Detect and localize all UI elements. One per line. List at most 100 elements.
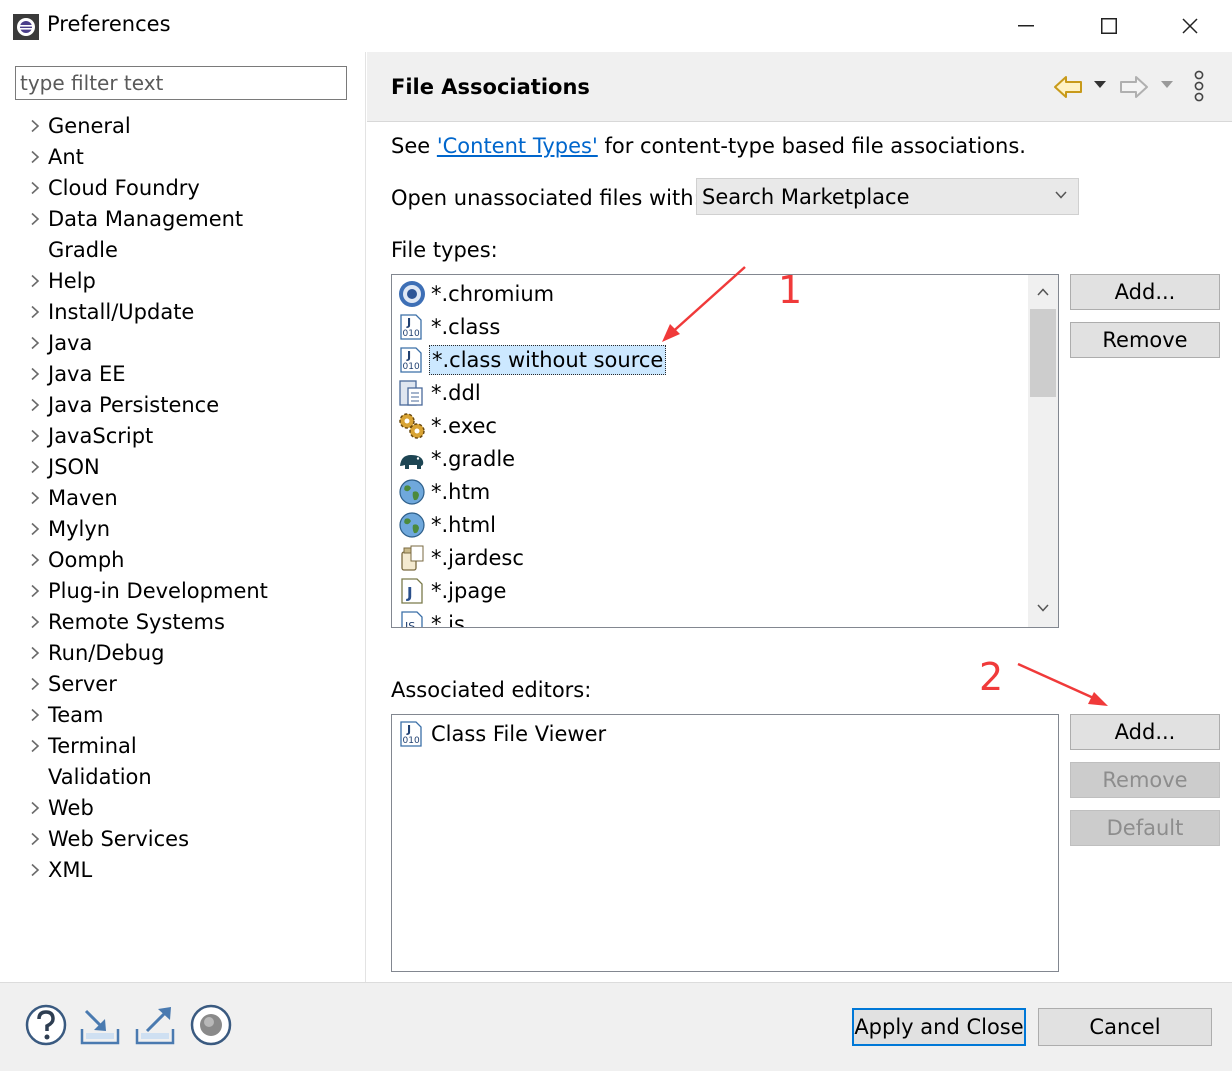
open-unassociated-select[interactable]: Search Marketplace bbox=[696, 178, 1079, 215]
file-types-scrollbar[interactable] bbox=[1028, 275, 1058, 627]
sidebar-item-help[interactable]: Help bbox=[22, 265, 352, 296]
file-type-row[interactable]: J *.jpage bbox=[395, 574, 508, 607]
forward-dropdown-icon[interactable] bbox=[1161, 81, 1173, 89]
chevron-right-icon[interactable] bbox=[22, 677, 48, 691]
chevron-right-icon[interactable] bbox=[22, 615, 48, 629]
file-type-row[interactable]: 010 J *.class bbox=[395, 310, 502, 343]
svg-text:J: J bbox=[406, 316, 411, 329]
sidebar-item-label: Team bbox=[48, 702, 104, 727]
sidebar-item-run-debug[interactable]: Run/Debug bbox=[22, 637, 352, 668]
chevron-right-icon[interactable] bbox=[22, 584, 48, 598]
sidebar-item-java[interactable]: Java bbox=[22, 327, 352, 358]
hint-prefix: See bbox=[391, 134, 437, 158]
sidebar-item-server[interactable]: Server bbox=[22, 668, 352, 699]
close-window-button[interactable] bbox=[1167, 8, 1213, 44]
sidebar-item-team[interactable]: Team bbox=[22, 699, 352, 730]
sidebar-item-java-ee[interactable]: Java EE bbox=[22, 358, 352, 389]
file-type-row[interactable]: 010 J *.class without source bbox=[395, 343, 667, 376]
file-type-row[interactable]: JS *.js bbox=[395, 607, 467, 627]
import-icon[interactable] bbox=[78, 1003, 122, 1047]
back-arrow-icon[interactable] bbox=[1053, 74, 1083, 100]
sidebar-item-java-persistence[interactable]: Java Persistence bbox=[22, 389, 352, 420]
file-type-row[interactable]: *.htm bbox=[395, 475, 492, 508]
editors-default-button[interactable]: Default bbox=[1070, 810, 1220, 846]
sidebar-item-data-management[interactable]: Data Management bbox=[22, 203, 352, 234]
file-types-add-button[interactable]: Add... bbox=[1070, 274, 1220, 310]
chevron-right-icon[interactable] bbox=[22, 336, 48, 350]
sidebar-item-ant[interactable]: Ant bbox=[22, 141, 352, 172]
chevron-right-icon[interactable] bbox=[22, 708, 48, 722]
forward-arrow-icon[interactable] bbox=[1119, 74, 1149, 100]
file-types-remove-button[interactable]: Remove bbox=[1070, 322, 1220, 358]
sidebar-item-remote-systems[interactable]: Remote Systems bbox=[22, 606, 352, 637]
chevron-right-icon[interactable] bbox=[22, 119, 48, 133]
sidebar-item-web-services[interactable]: Web Services bbox=[22, 823, 352, 854]
sidebar-item-xml[interactable]: XML bbox=[22, 854, 352, 885]
sidebar-item-gradle[interactable]: Gradle bbox=[22, 234, 352, 265]
svg-text:010: 010 bbox=[403, 329, 420, 339]
annotation-marker-2: 2 bbox=[979, 655, 1004, 699]
chevron-right-icon[interactable] bbox=[22, 305, 48, 319]
sidebar-item-general[interactable]: General bbox=[22, 110, 352, 141]
editor-row[interactable]: 010 J Class File Viewer bbox=[395, 717, 608, 750]
minimize-button[interactable] bbox=[1003, 8, 1049, 44]
filter-input[interactable] bbox=[15, 66, 347, 100]
chevron-right-icon[interactable] bbox=[22, 398, 48, 412]
file-type-row[interactable]: *.ddl bbox=[395, 376, 483, 409]
sidebar-item-cloud-foundry[interactable]: Cloud Foundry bbox=[22, 172, 352, 203]
chevron-right-icon[interactable] bbox=[22, 212, 48, 226]
file-type-row[interactable]: *.jardesc bbox=[395, 541, 526, 574]
maximize-button[interactable] bbox=[1086, 8, 1132, 44]
cancel-button[interactable]: Cancel bbox=[1038, 1008, 1212, 1046]
sidebar-item-maven[interactable]: Maven bbox=[22, 482, 352, 513]
chevron-right-icon[interactable] bbox=[22, 150, 48, 164]
class-file-icon: 010 J bbox=[395, 310, 429, 343]
file-type-row[interactable]: *.exec bbox=[395, 409, 499, 442]
sidebar-item-oomph[interactable]: Oomph bbox=[22, 544, 352, 575]
chevron-right-icon[interactable] bbox=[22, 646, 48, 660]
sidebar-item-label: Cloud Foundry bbox=[48, 175, 200, 200]
associated-editors-list[interactable]: 010 J Class File Viewer bbox=[391, 714, 1059, 972]
content-types-hint: See 'Content Types' for content-type bas… bbox=[391, 134, 1026, 158]
scroll-thumb[interactable] bbox=[1030, 309, 1056, 397]
chevron-right-icon[interactable] bbox=[22, 863, 48, 877]
record-icon[interactable] bbox=[189, 1003, 233, 1047]
file-type-row[interactable]: *.gradle bbox=[395, 442, 517, 475]
sidebar-item-json[interactable]: JSON bbox=[22, 451, 352, 482]
chevron-right-icon[interactable] bbox=[22, 491, 48, 505]
help-icon[interactable] bbox=[24, 1003, 68, 1047]
chevron-right-icon[interactable] bbox=[22, 553, 48, 567]
chevron-right-icon[interactable] bbox=[22, 274, 48, 288]
editors-add-button[interactable]: Add... bbox=[1070, 714, 1220, 750]
sidebar-item-label: Gradle bbox=[48, 237, 118, 262]
sidebar-item-mylyn[interactable]: Mylyn bbox=[22, 513, 352, 544]
gradle-elephant-icon bbox=[395, 442, 429, 475]
view-menu-icon[interactable] bbox=[1193, 70, 1205, 102]
editors-remove-button[interactable]: Remove bbox=[1070, 762, 1220, 798]
chevron-right-icon[interactable] bbox=[22, 181, 48, 195]
file-type-label: *.html bbox=[431, 512, 497, 537]
scroll-down-icon[interactable] bbox=[1036, 601, 1050, 615]
chevron-right-icon[interactable] bbox=[22, 367, 48, 381]
sidebar-item-terminal[interactable]: Terminal bbox=[22, 730, 352, 761]
file-type-row[interactable]: *.chromium bbox=[395, 277, 556, 310]
chevron-right-icon[interactable] bbox=[22, 832, 48, 846]
back-dropdown-icon[interactable] bbox=[1094, 81, 1106, 89]
sidebar-item-install-update[interactable]: Install/Update bbox=[22, 296, 352, 327]
file-type-row[interactable]: *.html bbox=[395, 508, 498, 541]
sidebar-item-plug-in-development[interactable]: Plug-in Development bbox=[22, 575, 352, 606]
chevron-right-icon[interactable] bbox=[22, 522, 48, 536]
content-types-link[interactable]: 'Content Types' bbox=[437, 134, 598, 158]
export-icon[interactable] bbox=[133, 1003, 177, 1047]
chromium-icon bbox=[395, 277, 429, 310]
sidebar-item-web[interactable]: Web bbox=[22, 792, 352, 823]
scroll-up-icon[interactable] bbox=[1036, 285, 1050, 299]
apply-and-close-button[interactable]: Apply and Close bbox=[852, 1008, 1026, 1046]
chevron-right-icon[interactable] bbox=[22, 460, 48, 474]
chevron-down-icon bbox=[1055, 191, 1067, 199]
chevron-right-icon[interactable] bbox=[22, 801, 48, 815]
sidebar-item-javascript[interactable]: JavaScript bbox=[22, 420, 352, 451]
sidebar-item-validation[interactable]: Validation bbox=[22, 761, 352, 792]
chevron-right-icon[interactable] bbox=[22, 739, 48, 753]
chevron-right-icon[interactable] bbox=[22, 429, 48, 443]
